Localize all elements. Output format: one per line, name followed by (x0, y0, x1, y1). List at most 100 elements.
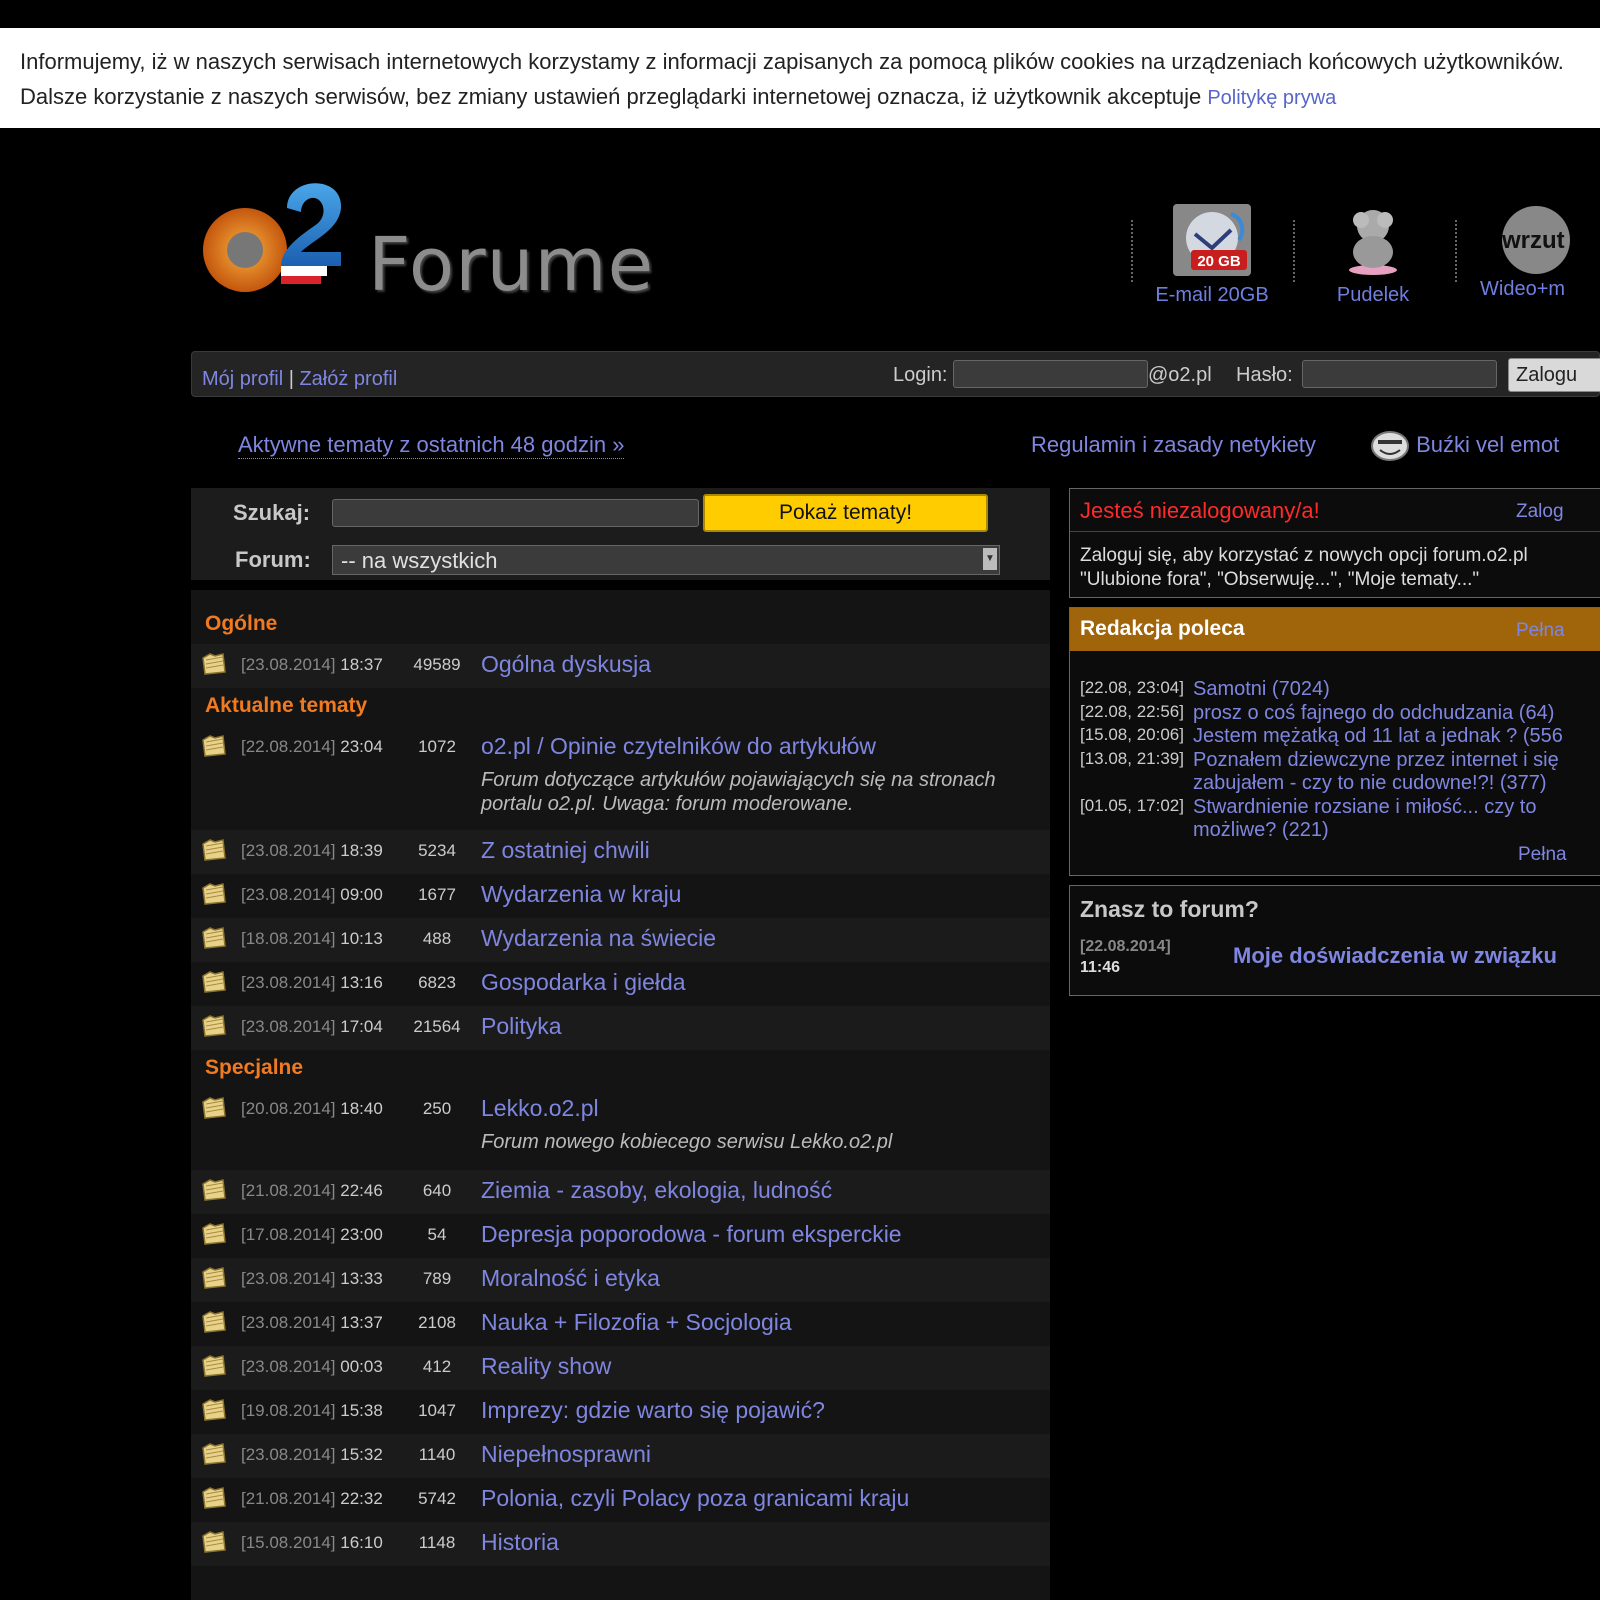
login-button[interactable]: Zalogu (1508, 358, 1600, 392)
know-forum-time: 11:46 (1080, 959, 1121, 976)
forum-last-post: [23.08.2014] 18:37 (241, 655, 383, 675)
forum-name-link[interactable]: Reality show (481, 1353, 611, 1380)
forum-time: 18:40 (340, 1099, 383, 1118)
recommended-footer-link[interactable]: Pełna (1518, 844, 1567, 866)
recommended-title: Redakcja poleca (1080, 617, 1245, 640)
show-topics-button[interactable]: Pokaż tematy! (703, 494, 988, 532)
forum-last-post: [23.08.2014] 15:32 (241, 1445, 383, 1465)
recommended-topic-link[interactable]: zabujałem - czy to nie cudowne!?! (377) (1193, 772, 1547, 795)
folder-icon (201, 838, 226, 862)
forum-count: 21564 (413, 1017, 461, 1036)
recommended-topic-link[interactable]: możliwe? (221) (1193, 819, 1329, 842)
service-wrzuta-label[interactable]: Wideo+m (1480, 278, 1600, 301)
forum-row[interactable]: [23.08.2014] 09:00 1677 Wydarzenia w kraju (191, 874, 1050, 918)
forum-count: 1148 (418, 1533, 456, 1552)
folder-icon (201, 926, 226, 950)
recommended-topic-link[interactable]: Poznałem dziewczyne przez internet i się (1193, 749, 1559, 772)
emoticons-link[interactable]: Buźki vel emot (1370, 428, 1559, 462)
recommended-topic-link[interactable]: prosz o coś fajnego do odchudzania (64) (1193, 702, 1554, 725)
recommended-topic-link[interactable]: Stwardnienie rozsiane i miłość... czy to (1193, 796, 1536, 819)
forum-count: 6823 (418, 973, 456, 992)
forum-name-link[interactable]: Niepełnosprawni (481, 1441, 651, 1468)
forum-name-link[interactable]: Ziemia - zasoby, ekologia, ludność (481, 1177, 832, 1204)
login-label: Login: (893, 364, 948, 386)
forum-name-link[interactable]: Z ostatniej chwili (481, 837, 650, 864)
forum-date: [23.08.2014] (241, 1269, 336, 1288)
forum-date: [21.08.2014] (241, 1181, 336, 1200)
service-email-label[interactable]: E-mail 20GB (1150, 284, 1274, 307)
forum-time: 17:04 (340, 1017, 383, 1036)
forum-count: 5234 (418, 841, 456, 860)
forum-row[interactable]: [23.08.2014] 18:39 5234 Z ostatniej chwili (191, 830, 1050, 874)
recommended-full-link[interactable]: Pełna (1516, 620, 1565, 642)
forum-name-link[interactable]: Polityka (481, 1013, 562, 1040)
forum-row[interactable]: [15.08.2014] 16:10 1148 Historia (191, 1522, 1050, 1566)
forum-row[interactable]: [19.08.2014] 15:38 1047 Imprezy: gdzie war… (191, 1390, 1050, 1434)
emoticons-link-label[interactable]: Buźki vel emot (1416, 432, 1559, 457)
forum-row[interactable]: [18.08.2014] 10:13 488 Wydarzenia na świec… (191, 918, 1050, 962)
forum-row[interactable]: [23.08.2014] 15:32 1140 Niepełnosprawni (191, 1434, 1050, 1478)
service-wrzuta[interactable]: wrzut Wideo+m (1480, 204, 1600, 301)
forum-name-link[interactable]: Nauka + Filozofia + Socjologia (481, 1309, 792, 1336)
forume-wordmark: Forume (368, 222, 655, 308)
forum-last-post: [23.08.2014] 00:03 (241, 1357, 383, 1377)
forum-name-link[interactable]: Polonia, czyli Polacy poza granicami kra… (481, 1485, 909, 1512)
forum-name-link[interactable]: Moralność i etyka (481, 1265, 660, 1292)
forum-row[interactable]: [21.08.2014] 22:32 5742 Polonia, czyli Pol… (191, 1478, 1050, 1522)
forum-count: 5742 (418, 1489, 456, 1508)
recommended-date: [22.08, 22:56] (1080, 701, 1184, 721)
o2-logo[interactable] (195, 168, 345, 303)
forum-last-post: [23.08.2014] 17:04 (241, 1017, 383, 1037)
forum-row[interactable]: [23.08.2014] 00:03 412 Reality show (191, 1346, 1050, 1390)
forum-select[interactable]: -- na wszystkich ▼ (332, 545, 1000, 575)
forum-name-link[interactable]: Historia (481, 1529, 559, 1556)
forum-name-link[interactable]: Lekko.o2.pl (481, 1095, 599, 1122)
forum-row[interactable]: [22.08.2014] 23:04 1072 o2.pl / Opinie czy… (191, 726, 1050, 770)
forum-name-link[interactable]: Wydarzenia w kraju (481, 881, 681, 908)
forum-date: [23.08.2014] (241, 973, 336, 992)
forum-date: [17.08.2014] (241, 1225, 336, 1244)
rules-link[interactable]: Regulamin i zasady netykiety (1031, 432, 1316, 458)
forum-time: 13:33 (340, 1269, 383, 1288)
recommended-topic-link[interactable]: Jestem mężatką od 11 lat a jednak ? (556 (1193, 725, 1563, 748)
forum-name-link[interactable]: Imprezy: gdzie warto się pojawić? (481, 1397, 825, 1424)
recommended-box: Redakcja poleca Pełna [22.08, 23:04] Samo… (1069, 607, 1600, 876)
login-input[interactable] (953, 360, 1148, 388)
login-domain: @o2.pl (1148, 364, 1212, 386)
forum-count: 1047 (418, 1401, 456, 1420)
forum-row[interactable]: [23.08.2014] 18:37 49589 Ogólna dyskusja (191, 644, 1050, 688)
service-pudelek[interactable]: Pudelek (1318, 204, 1428, 307)
forum-name-link[interactable]: Wydarzenia na świecie (481, 925, 716, 952)
search-input[interactable] (332, 499, 699, 527)
forum-name-link[interactable]: Depresja poporodowa - forum eksperckie (481, 1221, 902, 1248)
my-profile-link[interactable]: Mój profil (202, 368, 283, 390)
know-forum-topic[interactable]: Moje doświadczenia w związku (1233, 943, 1557, 969)
folder-icon (201, 1442, 226, 1466)
login-link[interactable]: Zalog (1516, 501, 1564, 523)
password-input[interactable] (1302, 360, 1497, 388)
forum-row[interactable]: [23.08.2014] 13:16 6823 Gospodarka i giełd… (191, 962, 1050, 1006)
service-email[interactable]: 20 GB E-mail 20GB (1150, 204, 1274, 307)
forum-count: 640 (422, 1181, 452, 1200)
chevron-down-icon[interactable]: ▼ (983, 548, 997, 570)
forum-description: Forum dotyczące artykułów pojawiających … (481, 769, 996, 815)
recommended-topic-link[interactable]: Samotni (7024) (1193, 678, 1330, 701)
forum-row[interactable]: [21.08.2014] 22:46 640 Ziemia - zasoby, ek… (191, 1170, 1050, 1214)
forum-name-link[interactable]: Gospodarka i giełda (481, 969, 686, 996)
wrzuta-badge: wrzut (1501, 227, 1565, 254)
forum-row[interactable]: [20.08.2014] 18:40 250 Lekko.o2.pl (191, 1088, 1050, 1132)
forum-row[interactable]: [23.08.2014] 17:04 21564 Polityka (191, 1006, 1050, 1050)
forum-name-link[interactable]: Ogólna dyskusja (481, 651, 651, 678)
password-label: Hasło: (1236, 364, 1293, 386)
forum-row[interactable]: [23.08.2014] 13:33 789 Moralność i etyka (191, 1258, 1050, 1302)
create-profile-link[interactable]: Załóż profil (299, 368, 397, 390)
privacy-policy-link[interactable]: Politykę prywa (1207, 87, 1336, 109)
folder-icon (201, 1014, 226, 1038)
forum-date: [21.08.2014] (241, 1489, 336, 1508)
forum-name-link[interactable]: o2.pl / Opinie czytelników do artykułów (481, 733, 876, 760)
service-pudelek-label[interactable]: Pudelek (1318, 284, 1428, 307)
forum-row[interactable]: [17.08.2014] 23:00 54 Depresja poporodowa … (191, 1214, 1050, 1258)
active-topics-link[interactable]: Aktywne tematy z ostatnich 48 godzin » (238, 432, 625, 459)
forum-time: 22:32 (340, 1489, 383, 1508)
forum-row[interactable]: [23.08.2014] 13:37 2108 Nauka + Filozofia … (191, 1302, 1050, 1346)
